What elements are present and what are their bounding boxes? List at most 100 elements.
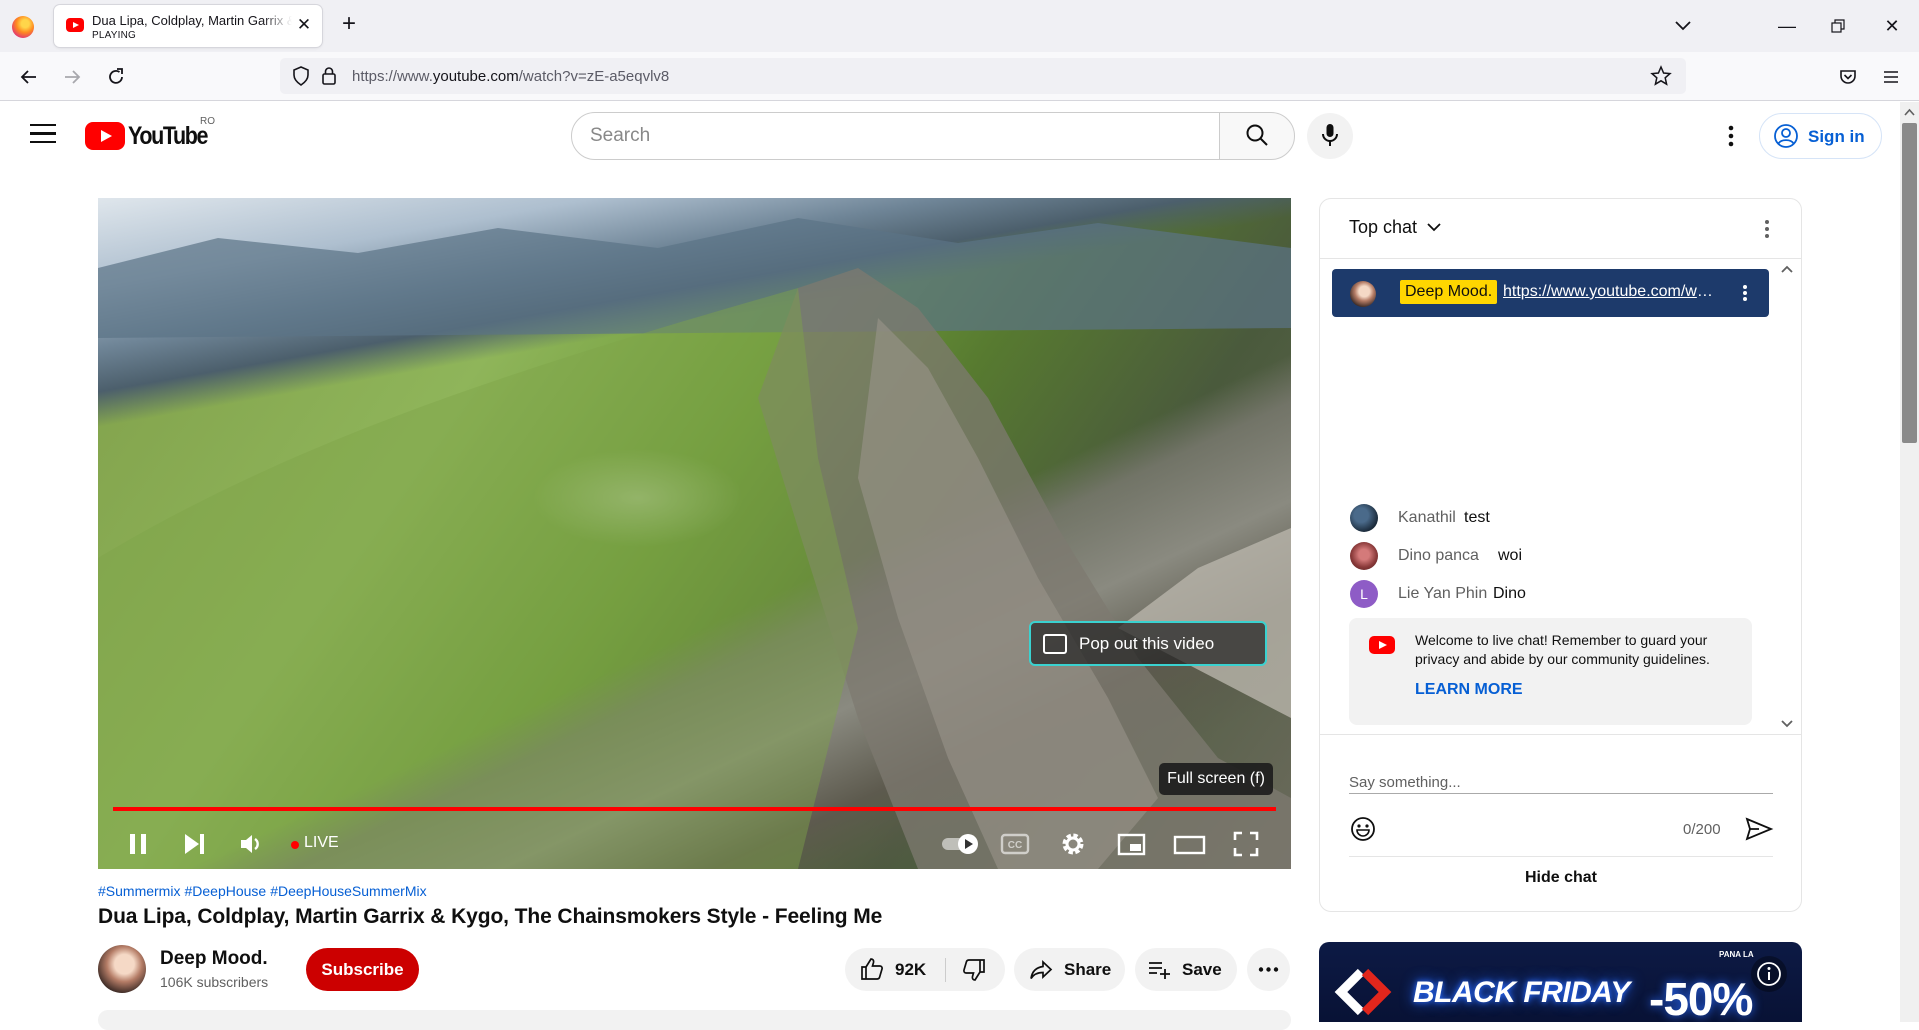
pinned-author-avatar (1350, 281, 1376, 307)
url-bar[interactable]: https://www.youtube.com/watch?v=zE-a5eqv… (280, 58, 1686, 94)
hashtag-link[interactable]: #Summermix (98, 883, 180, 899)
page-scrollbar[interactable] (1900, 102, 1919, 1022)
subscribe-button[interactable]: Subscribe (306, 948, 419, 991)
live-chat-panel: Top chat Deep Mood. https://www.youtube.… (1319, 198, 1802, 912)
pause-icon[interactable] (118, 824, 158, 864)
chat-scroll-up-icon[interactable] (1777, 259, 1797, 279)
live-label[interactable]: LIVE (304, 834, 339, 852)
next-icon[interactable] (175, 824, 215, 864)
chat-author[interactable]: Lie Yan Phin (1398, 585, 1487, 603)
chat-text: test (1464, 509, 1490, 526)
channel-name[interactable]: Deep Mood. (160, 948, 268, 970)
hashtag-link[interactable]: #DeepHouseSummerMix (270, 883, 426, 899)
more-actions-icon[interactable] (1247, 948, 1290, 991)
learn-more-link[interactable]: LEARN MORE (1415, 681, 1523, 699)
reload-icon[interactable] (101, 62, 131, 92)
ad-discount: -50% (1649, 973, 1753, 1022)
welcome-text: Welcome to live chat! Remember to guard … (1415, 632, 1710, 667)
new-tab-icon[interactable]: + (336, 12, 362, 38)
ad-headline: BLACK FRIDAY (1413, 976, 1630, 1009)
close-window-icon[interactable]: ✕ (1877, 12, 1907, 40)
share-icon (1030, 960, 1053, 979)
forward-arrow-icon[interactable] (57, 62, 87, 92)
chat-author-avatar: L (1350, 580, 1378, 608)
browser-tab-active[interactable]: Dua Lipa, Coldplay, Martin Garrix & Kygo… (54, 5, 322, 47)
chat-mode-dropdown[interactable]: Top chat (1349, 217, 1442, 238)
youtube-logo-icon[interactable] (85, 122, 125, 150)
settings-gear-icon[interactable] (1053, 824, 1093, 864)
pop-out-video-button[interactable]: Pop out this video (1029, 621, 1267, 666)
miniplayer-icon[interactable] (1111, 824, 1151, 864)
share-label: Share (1064, 960, 1112, 979)
pocket-icon[interactable] (1833, 62, 1863, 92)
hashtag-link[interactable]: #DeepHouse (184, 883, 266, 899)
shield-icon[interactable] (286, 61, 316, 91)
pinned-link[interactable]: https://www.youtube.com/watch?v=zE-a5eqv… (1503, 283, 1721, 301)
autoplay-toggle-icon[interactable] (936, 824, 986, 864)
list-all-tabs-icon[interactable] (1670, 14, 1696, 38)
app-menu-icon[interactable] (1876, 62, 1906, 92)
firefox-logo-icon[interactable] (12, 16, 34, 38)
share-button[interactable]: Share (1014, 948, 1125, 991)
pinned-author-badge: Deep Mood. (1400, 280, 1498, 304)
voice-search-button[interactable] (1307, 113, 1353, 159)
progress-bar[interactable] (113, 807, 1276, 811)
save-label: Save (1182, 960, 1222, 979)
theater-mode-icon[interactable] (1169, 824, 1209, 864)
send-icon[interactable] (1744, 815, 1774, 843)
ad-info-icon[interactable] (1751, 956, 1787, 992)
dislike-button[interactable] (946, 948, 1005, 991)
search-input[interactable] (590, 125, 1190, 147)
svg-text:CC: CC (1008, 840, 1022, 851)
chat-more-icon[interactable] (1753, 215, 1781, 243)
ad-small-text: PANA LA (1719, 950, 1754, 959)
description-box[interactable] (98, 1010, 1291, 1030)
subscriber-count: 106K subscribers (160, 974, 269, 990)
emoji-icon[interactable] (1349, 815, 1377, 843)
chat-author[interactable]: Kanathil (1398, 509, 1456, 527)
search-button[interactable] (1219, 112, 1295, 160)
chat-author-avatar (1350, 504, 1378, 532)
settings-more-icon[interactable] (1713, 118, 1749, 154)
back-arrow-icon[interactable] (14, 62, 44, 92)
url-text[interactable]: https://www.youtube.com/watch?v=zE-a5eqv… (352, 68, 669, 85)
browser-nav-bar: https://www.youtube.com/watch?v=zE-a5eqv… (0, 52, 1919, 101)
search-box (571, 112, 1220, 160)
save-button[interactable]: Save (1135, 948, 1237, 991)
search-icon (1246, 124, 1268, 146)
microphone-icon (1322, 123, 1338, 146)
chat-header: Top chat (1320, 199, 1801, 259)
char-counter: 0/200 (1683, 821, 1721, 838)
channel-avatar[interactable] (98, 945, 146, 993)
welcome-banner: Welcome to live chat! Remember to guard … (1349, 618, 1752, 725)
video-title: Dua Lipa, Coldplay, Martin Garrix & Kygo… (98, 905, 883, 928)
account-icon (1774, 124, 1798, 148)
bookmark-star-icon[interactable] (1646, 61, 1676, 91)
tab-title: Dua Lipa, Coldplay, Martin Garrix & Kygo… (92, 13, 292, 28)
lock-icon[interactable] (314, 61, 344, 91)
youtube-masthead: YouTube RO Sign in (0, 102, 1900, 170)
advertisement-banner[interactable]: BLACK FRIDAY PANA LA -50% (1319, 942, 1802, 1022)
like-button[interactable]: 92K (845, 948, 945, 991)
chat-author[interactable]: Dino panca (1398, 547, 1479, 565)
volume-icon[interactable] (231, 824, 271, 864)
guide-menu-icon[interactable] (30, 124, 56, 146)
youtube-logo-text[interactable]: YouTube (128, 122, 209, 151)
restore-window-icon[interactable] (1823, 12, 1853, 40)
scrollbar-thumb[interactable] (1902, 123, 1917, 443)
scroll-up-arrow-icon[interactable] (1900, 104, 1919, 120)
chat-message-input[interactable] (1349, 771, 1773, 794)
fullscreen-icon[interactable] (1226, 824, 1266, 864)
pinned-more-icon[interactable] (1733, 281, 1757, 305)
chat-text: woi (1498, 547, 1523, 564)
chevron-down-icon (1427, 223, 1441, 232)
country-code: RO (200, 116, 215, 127)
minimize-window-icon[interactable]: — (1772, 12, 1802, 40)
hide-chat-button[interactable]: Hide chat (1349, 856, 1773, 908)
tab-close-icon[interactable]: ✕ (294, 15, 314, 35)
video-player[interactable]: Pop out this video Full screen (f) LIVE … (98, 198, 1291, 869)
pinned-message[interactable]: Deep Mood. https://www.youtube.com/watch… (1332, 269, 1769, 317)
captions-icon[interactable]: CC (995, 824, 1035, 864)
sign-in-button[interactable]: Sign in (1759, 113, 1882, 159)
chat-scroll-down-icon[interactable] (1777, 713, 1797, 733)
